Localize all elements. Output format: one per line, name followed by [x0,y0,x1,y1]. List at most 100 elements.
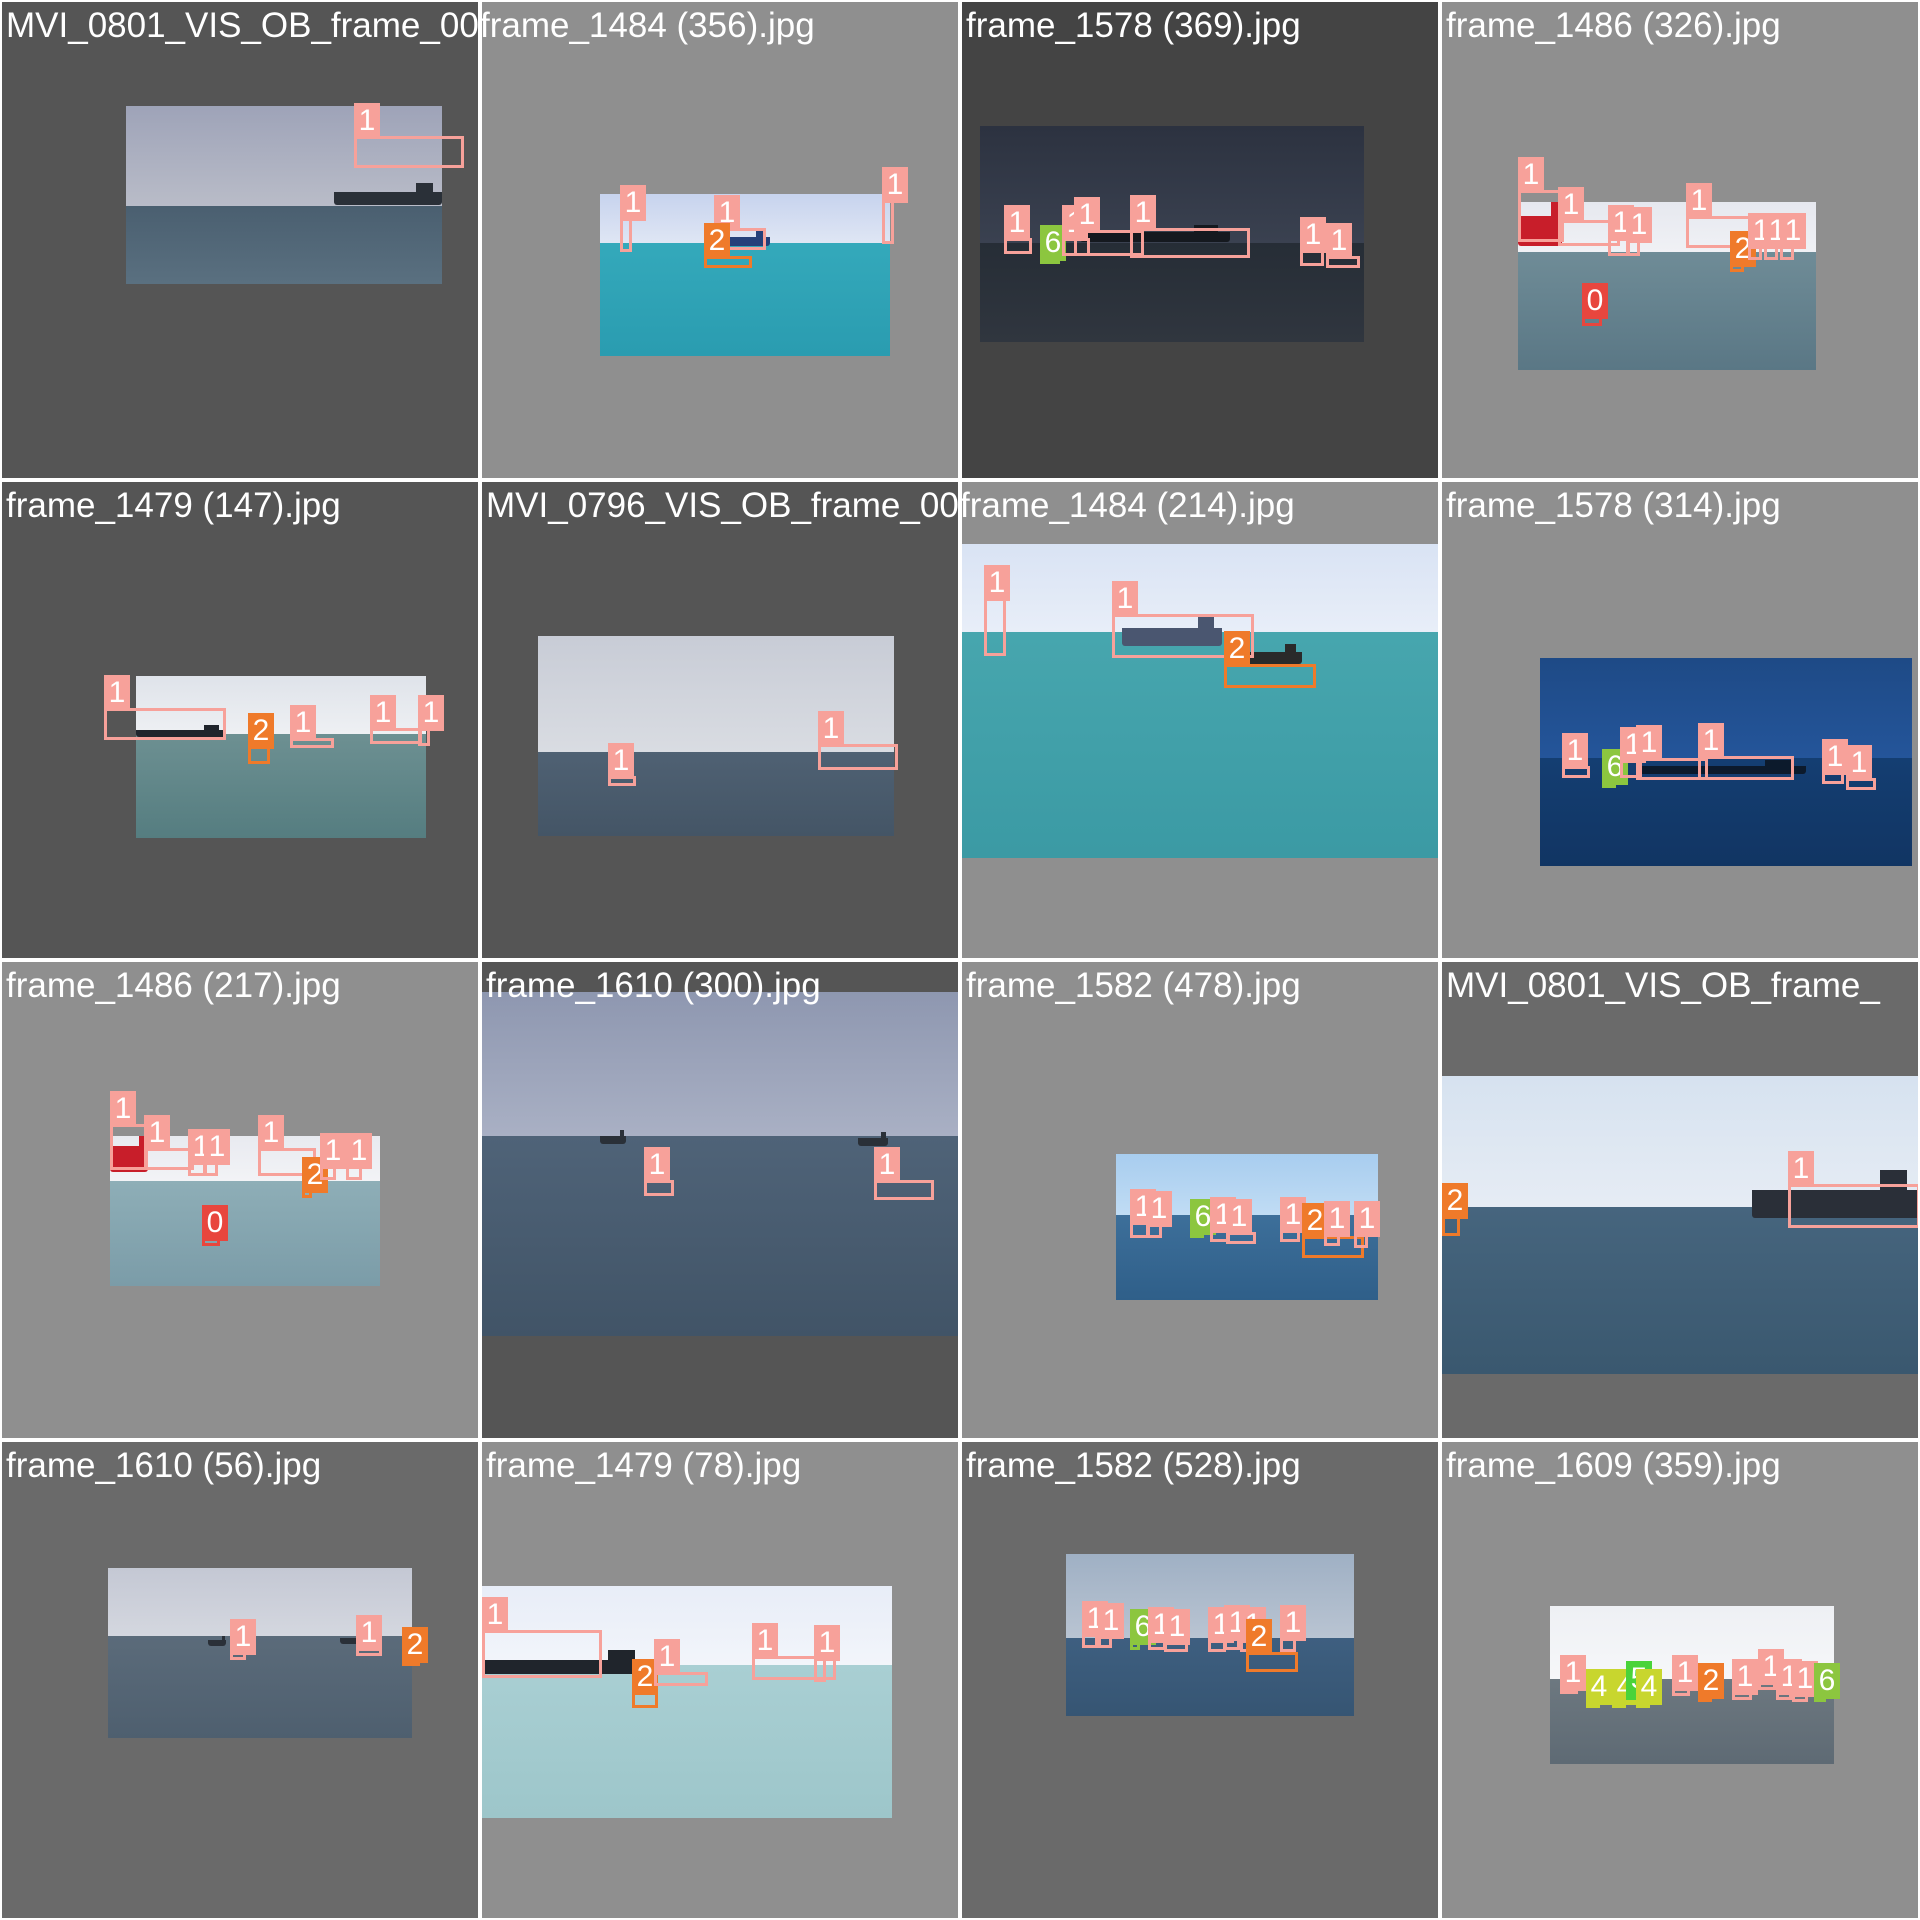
mosaic-tile: frame_1578 (369).jpg 1 6 1 1 1 1 1 [960,0,1440,480]
detection-box: 6 [1130,1609,1156,1650]
detection-box: 0 [202,1205,228,1246]
detection-box: 1 [1698,723,1794,780]
tile-title: frame_1609 (359).jpg [1446,1446,1781,1485]
detection-box: 1 [290,705,334,748]
detection-box: 1 [1146,1191,1172,1238]
class-label: 2 [1698,1663,1724,1699]
detection-box: 1 [1326,223,1360,268]
class-label: 1 [1686,183,1712,219]
detection-box: 1 [1082,1601,1108,1648]
detection-box: 1 [320,1133,346,1180]
detection-box: 1 [1098,1603,1124,1648]
detection-box: 1 [1758,1649,1784,1690]
detection-box: 1 [1626,207,1652,256]
detection-box: 1 [418,695,444,746]
detection-box: 1 [984,565,1010,656]
class-label: 1 [882,167,908,203]
detection-box: 1 [1226,1199,1256,1244]
mosaic-tile: MVI_0801_VIS_OB_frame_ 2 1 [1440,960,1920,1440]
tile-photo [482,1586,892,1818]
detection-box: 1 [370,695,422,744]
class-label: 1 [1004,205,1030,241]
class-label: 1 [1074,197,1100,233]
class-label: 1 [1518,157,1544,193]
mosaic-tile: frame_1479 (78).jpg 1 2 1 1 1 [480,1440,960,1920]
detection-box: 6 [1190,1199,1216,1238]
class-label: 1 [356,1615,382,1651]
class-label: 1 [1164,1609,1190,1645]
detection-box: 1 [1562,733,1590,778]
class-label: 1 [1354,1201,1380,1237]
class-label: 2 [402,1627,428,1663]
mosaic-tile: frame_1479 (147).jpg 1 2 1 1 1 [0,480,480,960]
detection-box: 2 [248,713,274,764]
mosaic-tile: frame_1578 (314).jpg 1 6 1 1 1 1 1 [1440,480,1920,960]
detection-box: 4 [1636,1669,1662,1708]
class-label: 1 [1788,1151,1814,1187]
mosaic-tile: frame_1484 (214).jpg 1 1 2 [960,480,1440,960]
mosaic-tile: frame_1609 (359).jpg 1 4 4 5 4 1 2 1 1 1… [1440,1440,1920,1920]
class-label: 1 [230,1619,256,1655]
class-label: 2 [1224,631,1250,667]
class-label: 1 [874,1147,900,1183]
class-label: 4 [1586,1669,1612,1705]
detection-box: 2 [1246,1619,1298,1672]
detection-box: 4 [1586,1669,1612,1708]
class-label: 1 [1558,187,1584,223]
class-label: 1 [354,103,380,139]
class-label: 2 [248,713,274,749]
class-label: 1 [1146,1191,1172,1227]
class-label: 1 [370,695,396,731]
tile-title: frame_1578 (314).jpg [1446,486,1781,525]
detection-box: 1 [1354,1201,1380,1248]
mosaic-tile: frame_1486 (326).jpg 1 1 1 1 1 2 1 1 1 0 [1440,0,1920,480]
class-label: 1 [814,1625,840,1661]
detection-box: 2 [1698,1663,1724,1702]
detection-box: 2 [704,223,752,268]
tile-title: frame_1582 (478).jpg [966,966,1301,1005]
class-label: 1 [144,1115,170,1151]
detection-box: 1 [354,103,464,168]
detection-box: 1 [644,1147,674,1196]
class-label: 2 [704,223,730,259]
detection-box: 1 [110,1091,148,1170]
detection-box: 1 [620,185,646,252]
class-label: 1 [818,711,844,747]
detection-box: 1 [1164,1609,1190,1652]
detection-box: 1 [1748,213,1774,260]
mosaic-tile: frame_1610 (300).jpg 1 1 [480,960,960,1440]
tile-title: frame_1582 (528).jpg [966,1446,1301,1485]
detection-box: 1 [874,1147,934,1200]
detection-box: 1 [1324,1201,1350,1246]
class-label: 1 [1300,217,1326,253]
tile-title: frame_1479 (147).jpg [6,486,341,525]
class-label: 1 [654,1639,680,1675]
detection-box: 1 [1130,195,1250,258]
detection-box: 1 [1780,213,1806,260]
class-label: 1 [1098,1603,1124,1639]
mosaic-tile: frame_1610 (56).jpg 1 1 2 [0,1440,480,1920]
tile-photo [126,106,442,284]
detection-box: 1 [482,1597,602,1678]
detection-box: 2 [1442,1183,1468,1236]
class-label: 2 [1442,1183,1468,1219]
class-label: 1 [1280,1605,1306,1641]
tile-title: frame_1484 (356).jpg [480,6,815,45]
class-label: 1 [1822,739,1848,775]
detection-box: 1 [144,1115,194,1170]
class-label: 1 [258,1115,284,1151]
detection-mosaic: MVI_0801_VIS_OB_frame_000059.jpg 1 frame… [0,0,1920,1920]
detection-box: 6 [1814,1663,1840,1702]
detection-box: 1 [1792,1661,1818,1702]
class-label: 1 [1130,195,1156,231]
detection-box: 1 [1672,1655,1698,1696]
detection-box: 1 [814,1625,840,1682]
class-label: 1 [1698,723,1724,759]
class-label: 1 [1326,223,1352,259]
mosaic-tile: frame_1582 (478).jpg 1 1 6 1 1 1 2 1 1 [960,960,1440,1440]
class-label: 1 [1636,725,1662,761]
class-label: 1 [1846,745,1872,781]
detection-box: 1 [1788,1151,1918,1228]
class-label: 1 [608,743,634,779]
class-label: 1 [1226,1199,1252,1235]
